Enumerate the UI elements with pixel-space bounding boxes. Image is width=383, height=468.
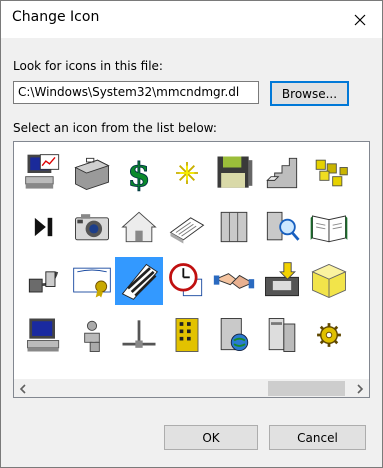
partial-blank-icon-3[interactable] [353,311,370,359]
gear-icon[interactable] [305,311,353,359]
title-bar: Change Icon [1,1,382,38]
cancel-button[interactable]: Cancel [269,425,366,450]
certificate-icon[interactable] [68,257,116,305]
server-tower-icon[interactable] [258,311,306,359]
clock-document-icon[interactable] [163,257,211,305]
camera-icon[interactable] [68,203,116,251]
ok-button[interactable]: OK [164,425,258,450]
dialog-title: Change Icon [12,9,100,25]
yellow-cube-icon[interactable] [305,257,353,305]
play-pause-icon[interactable] [20,203,68,251]
floppy-disk-icon[interactable] [210,149,258,197]
house-icon[interactable] [115,203,163,251]
scrollbar-thumb[interactable] [268,381,345,396]
star-sparkle-icon[interactable] [163,149,211,197]
horizontal-scrollbar[interactable] [14,379,369,397]
server-globe-icon[interactable] [210,311,258,359]
scroll-left-icon[interactable] [17,383,29,395]
dollar-icon[interactable]: $ [115,149,163,197]
close-icon [354,14,366,25]
partial-document-icon[interactable] [353,149,370,197]
stairs-icon[interactable] [258,149,306,197]
partial-blank-icon[interactable] [353,203,370,251]
partial-blank-icon-2[interactable] [353,257,370,305]
select-icon-label: Select an icon from the list below: [13,121,217,135]
scroll-right-icon[interactable] [354,383,366,395]
building-icon[interactable] [163,311,211,359]
browse-button[interactable]: Browse... [270,81,349,106]
briefcase-icon[interactable] [68,149,116,197]
computer-chart-icon[interactable] [20,149,68,197]
change-icon-dialog: Change Icon Look for icons in this file:… [0,0,383,468]
close-button[interactable] [338,1,382,38]
open-book-icon[interactable] [305,203,353,251]
piano-keys-icon[interactable] [115,257,163,305]
plug-icon[interactable] [20,257,68,305]
cubes-icon[interactable] [305,149,353,197]
network-junction-icon[interactable] [115,311,163,359]
file-path-input[interactable]: C:\Windows\System32\mmcndmgr.dl [13,81,259,104]
server-cabinet-icon[interactable] [210,203,258,251]
look-for-label: Look for icons in this file: [13,59,163,73]
computer-icon[interactable] [20,311,68,359]
server-magnifier-icon[interactable] [258,203,306,251]
icon-list[interactable]: $ [13,141,370,398]
svg-text:$: $ [128,155,151,194]
device-arrow-icon[interactable] [258,257,306,305]
puzzle-person-icon[interactable] [68,311,116,359]
handshake-icon[interactable] [210,257,258,305]
newspaper-icon[interactable] [163,203,211,251]
